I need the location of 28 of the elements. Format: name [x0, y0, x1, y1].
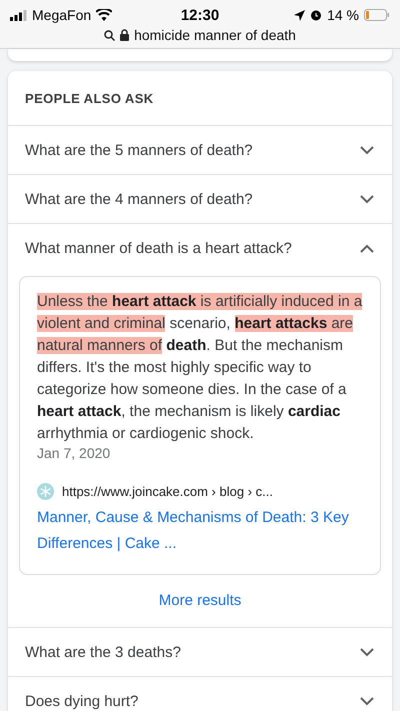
- carrier-name: MegaFon: [32, 7, 92, 23]
- signal-icon: [10, 10, 27, 20]
- section-heading: PEOPLE ALSO ASK: [24, 90, 155, 108]
- question-row[interactable]: What manner of death is a heart attack?: [8, 223, 392, 272]
- answer-text: Unless the heart attack is artificially induced in a violent and criminal scenario, heart attacks are natural manners of death. But the mechanism differs. It's the most highly specific way to categorize how someone dies. In the case of a heart attack, the mechanism is likely cardiac arrhythmia or cardiogenic shock.: [37, 292, 363, 444]
- wifi-icon: [96, 9, 112, 21]
- battery-icon: [364, 9, 390, 21]
- location-arrow-icon: [294, 10, 306, 20]
- battery-percent: 14 %: [327, 7, 359, 23]
- chevron-down-icon: [360, 696, 374, 706]
- chevron-down-icon: [360, 648, 374, 656]
- answer-date: Jan 7, 2020: [37, 445, 112, 461]
- question-row[interactable]: What are the 4 manners of death?: [8, 174, 392, 223]
- lock-icon: [120, 29, 130, 41]
- snowflake-icon: [37, 483, 54, 500]
- question-row[interactable]: What are the 3 deaths?: [8, 627, 392, 676]
- alarm-clock-icon: [310, 9, 322, 21]
- chevron-down-icon: [360, 146, 374, 154]
- result-link[interactable]: Manner, Cause & Mechanisms of Death: 3 Key Differences | Cake ...: [37, 505, 363, 557]
- clock-time: 12:30: [180, 6, 220, 24]
- question-row[interactable]: Does dying hurt?: [8, 676, 392, 711]
- chevron-up-icon: [360, 244, 374, 252]
- more-results-link[interactable]: More results: [158, 575, 242, 627]
- address-text[interactable]: homicide manner of death: [134, 27, 296, 43]
- chevron-down-icon: [360, 194, 374, 204]
- question-row[interactable]: What are the 5 manners of death?: [8, 125, 392, 174]
- search-icon: [104, 30, 116, 40]
- source-url: https://www.joincake.com › blog › c...: [62, 484, 273, 499]
